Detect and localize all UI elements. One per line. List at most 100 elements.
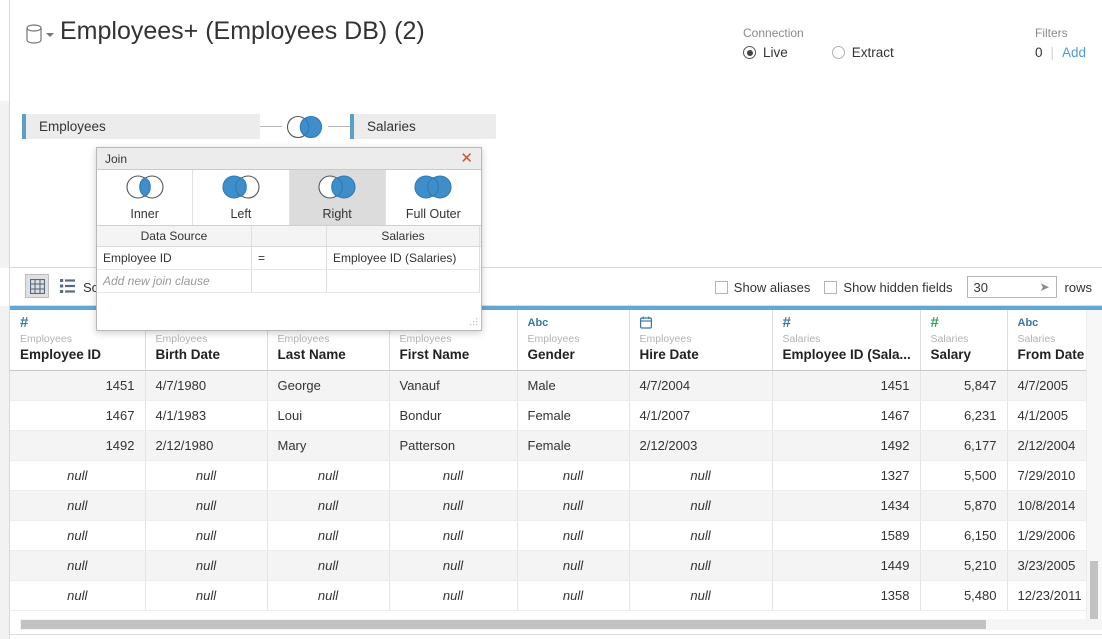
table-cell: Female — [517, 400, 630, 431]
table-cell-null: null — [10, 490, 146, 521]
join-type-inner[interactable]: Inner — [97, 170, 194, 225]
table-row: null null null null null null 1327 5,500 7/29/20… — [10, 460, 1102, 491]
table-cell: 1467 — [10, 400, 146, 431]
data-grid: # Employees Employee ID Employees Birth Date… — [10, 306, 1102, 639]
table-cell: 5,210 — [920, 550, 1008, 581]
show-aliases-checkbox[interactable]: Show aliases — [714, 280, 810, 295]
table-pill-salaries[interactable]: Salaries — [350, 114, 496, 139]
radio-live[interactable] — [743, 46, 756, 59]
join-type-selector: Inner Left Right Full Outer — [97, 170, 481, 226]
column-source-label: Employees — [639, 333, 692, 345]
date-icon — [639, 316, 762, 330]
table-cell-null: null — [10, 550, 146, 581]
horizontal-scrollbar-thumb[interactable] — [21, 620, 986, 629]
table-cell: 1327 — [772, 460, 921, 491]
table-cell: 2/12/1980 — [145, 430, 268, 461]
resize-handle-icon[interactable] — [469, 318, 478, 327]
connection-label: Connection — [743, 26, 804, 40]
vertical-scrollbar-thumb[interactable] — [1090, 561, 1098, 623]
table-pill-employees[interactable]: Employees — [22, 114, 260, 139]
rows-input[interactable]: 30 ➤ — [966, 276, 1057, 298]
table-cell: Loui — [267, 400, 390, 431]
join-grid-header-row: Data Source Salaries — [97, 226, 481, 247]
table-cell: 1492 — [772, 430, 921, 461]
column-name-label: Employee ID — [20, 347, 102, 362]
table-cell: 6,177 — [920, 430, 1008, 461]
table-cell: 5,870 — [920, 490, 1008, 521]
join-new-clause-row[interactable]: Add new join clause — [97, 270, 481, 293]
column-header-6[interactable]: Employees Hire Date — [629, 310, 773, 371]
join-clause-row[interactable]: Employee ID = Employee ID (Salaries) — [97, 247, 481, 270]
join-link-line-right — [328, 126, 350, 127]
join-type-left[interactable]: Left — [193, 170, 290, 225]
list-view-icon[interactable] — [55, 274, 79, 298]
join-dialog-title: Join — [105, 151, 128, 166]
table-cell: 1449 — [772, 550, 921, 581]
join-clause-operator[interactable]: = — [252, 247, 327, 270]
table-cell: 1358 — [772, 580, 921, 611]
join-col-header-mid — [252, 226, 327, 246]
table-cell-null: null — [629, 550, 773, 581]
table-cell: Female — [517, 430, 630, 461]
table-cell: Male — [517, 370, 630, 401]
join-new-clause-right[interactable] — [327, 270, 480, 293]
join-venn-right-icon[interactable] — [282, 115, 328, 139]
checkbox-box[interactable] — [714, 280, 728, 294]
table-cell: 4/7/2004 — [629, 370, 773, 401]
table-cell: 6,150 — [920, 520, 1008, 551]
number-icon: # — [930, 314, 939, 331]
right-join-venn-icon — [314, 174, 360, 206]
table-cell-null: null — [10, 460, 146, 491]
column-name-label: First Name — [399, 347, 470, 362]
table-cell: 1434 — [772, 490, 921, 521]
table-row: null null null null null null 1358 5,480 12/23/2… — [10, 580, 1102, 611]
abc-icon: Abc — [527, 317, 549, 329]
table-cell-null: null — [629, 490, 773, 521]
join-new-clause-operator[interactable] — [252, 270, 327, 293]
connection-option-extract[interactable]: Extract — [831, 45, 894, 60]
join-clause-right-field[interactable]: Employee ID (Salaries) — [327, 247, 480, 270]
show-hidden-fields-checkbox[interactable]: Show hidden fields — [824, 280, 953, 295]
connection-option-live[interactable]: Live — [743, 45, 788, 60]
rows-value: 30 — [973, 279, 989, 295]
close-icon[interactable]: ✕ — [458, 151, 475, 166]
column-source-label: Employees — [277, 333, 330, 345]
table-cell: 2/12/2003 — [629, 430, 773, 461]
table-cell-null: null — [10, 580, 146, 611]
column-name-label: From Date — [1017, 347, 1085, 362]
join-clause-left-field[interactable]: Employee ID — [97, 247, 252, 270]
tableau-data-source-page: Employees+ (Employees DB) (2) Connection… — [0, 0, 1102, 639]
arrow-right-icon[interactable]: ➤ — [1039, 280, 1049, 294]
join-type-full[interactable]: Full Outer — [386, 170, 481, 225]
column-header-8[interactable]: # Salaries Salary — [920, 310, 1008, 371]
column-name-label: Last Name — [277, 347, 346, 362]
database-icon[interactable] — [23, 22, 45, 46]
join-type-label: Right — [322, 207, 352, 221]
column-header-5[interactable]: Abc Employees Gender — [517, 310, 630, 371]
column-header-7[interactable]: # Salaries Employee ID (Sala... — [772, 310, 921, 371]
join-link-line-left — [260, 126, 282, 127]
table-cell-null: null — [629, 520, 773, 551]
table-cell: 1492 — [10, 430, 146, 461]
table-cell-null: null — [145, 460, 268, 491]
grid-view-icon[interactable] — [25, 274, 49, 298]
connection-option-extract-label: Extract — [851, 45, 894, 60]
checkbox-box[interactable] — [824, 280, 838, 294]
join-new-clause-placeholder[interactable]: Add new join clause — [97, 270, 252, 293]
table-flow: Employees Salaries — [22, 114, 496, 139]
join-type-right[interactable]: Right — [289, 170, 386, 225]
table-cell-null: null — [145, 520, 268, 551]
filters-add-link[interactable]: Add — [1062, 45, 1086, 60]
radio-extract[interactable] — [831, 46, 845, 59]
table-cell-null: null — [145, 580, 268, 611]
table-cell-null: null — [389, 520, 518, 551]
bottom-edge — [10, 634, 1102, 639]
table-cell: Patterson — [389, 430, 518, 461]
chevron-down-icon[interactable] — [46, 33, 54, 37]
join-col-header-left: Data Source — [97, 226, 252, 246]
column-name-label: Birth Date — [155, 347, 221, 362]
table-row: null null null null null null 1434 5,870 10/8/20… — [10, 490, 1102, 521]
abc-icon: Abc — [1017, 317, 1039, 329]
connection-block: Connection Live Extract — [743, 26, 938, 60]
join-type-label: Left — [230, 207, 252, 221]
